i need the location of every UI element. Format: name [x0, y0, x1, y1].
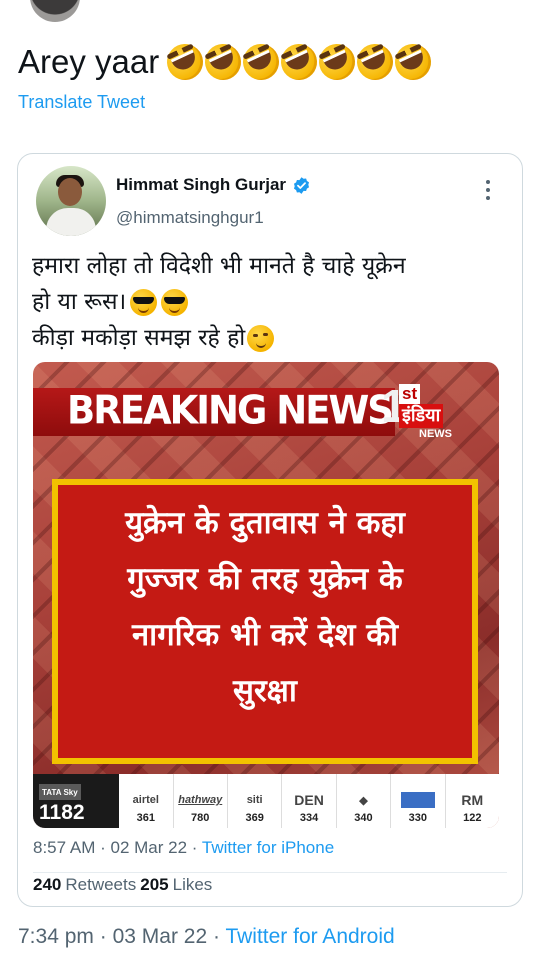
channel-rm: RM 122 — [446, 774, 499, 828]
channel-logo-name: इंडिया — [399, 404, 444, 428]
channel-hathway: hathway 780 — [174, 774, 228, 828]
previous-avatar[interactable] — [30, 0, 80, 24]
quoted-author-row: Himmat Singh Gurjar — [116, 175, 311, 195]
retweets-count[interactable]: 240 — [33, 875, 61, 895]
channel-number: 1182 — [39, 801, 85, 824]
meta-separator: · — [191, 838, 198, 857]
quoted-text-fragment: हो या रूस। — [32, 289, 127, 315]
retweets-label[interactable]: Retweets — [65, 875, 136, 895]
likes-count[interactable]: 205 — [140, 875, 168, 895]
quoted-text-fragment: कीड़ा मकोड़ा समझ रहे हो — [32, 325, 246, 351]
quoted-text-line: हमारा लोहा तो विदेशी भी मानते है चाहे यू… — [32, 253, 406, 279]
rofl-emoji-icon — [199, 38, 248, 86]
channel-logo: 1 st इंडिया NEWS — [373, 378, 473, 446]
channel-name: hathway — [178, 794, 223, 806]
tweet-date[interactable]: 03 Mar 22 — [113, 925, 208, 948]
channel-airtel: airtel 361 — [119, 774, 174, 828]
quoted-tweet-source[interactable]: Twitter for iPhone — [202, 838, 334, 857]
likes-label[interactable]: Likes — [173, 875, 213, 895]
channel-siti: siti 369 — [228, 774, 283, 828]
quoted-author-name[interactable]: Himmat Singh Gurjar — [116, 175, 286, 195]
meta-separator: · — [99, 925, 107, 948]
channel-tatasky: TATA Sky 1182 — [33, 774, 120, 828]
channel-5: ◆ 340 — [337, 774, 392, 828]
rofl-emoji-icon — [275, 38, 324, 86]
quoted-text-line: कीड़ा मकोड़ा समझ रहे हो — [32, 320, 512, 356]
channel-6: 330 — [391, 774, 446, 828]
tweet-source[interactable]: Twitter for Android — [225, 925, 394, 948]
sunglasses-emoji-icon — [161, 288, 189, 316]
channel-name: DEN — [294, 792, 324, 808]
channel-logo-icon: ◆ — [359, 794, 368, 807]
quoted-tweet-date[interactable]: 02 Mar 22 — [111, 838, 188, 857]
channel-name: RM — [461, 792, 484, 808]
channel-number: 369 — [245, 812, 264, 824]
rofl-emoji-icon — [351, 38, 400, 86]
quoted-tweet-card[interactable]: Himmat Singh Gurjar @himmatsinghgur1 हमा… — [17, 153, 523, 907]
channel-den: DEN 334 — [282, 774, 337, 828]
divider — [33, 872, 507, 873]
headline-line: नागरिक भी करें देश की — [131, 617, 399, 653]
rofl-emoji-icon — [161, 38, 210, 86]
quoted-author-handle[interactable]: @himmatsinghgur1 — [116, 208, 264, 228]
channel-logo-st: st — [399, 384, 421, 404]
headline-frame: युक्रेन के दुतावास ने कहा गुज्जर की तरह … — [52, 479, 478, 764]
quoted-tweet-time[interactable]: 8:57 AM — [33, 838, 95, 857]
channel-name: siti — [246, 794, 263, 806]
channel-number: 780 — [191, 812, 210, 824]
headline-line: युक्रेन के दुतावास ने कहा — [125, 505, 405, 541]
more-options-icon[interactable] — [486, 180, 492, 200]
headline-line: गुज्जर की तरह युक्रेन के — [127, 561, 403, 597]
meta-separator: · — [212, 925, 220, 948]
winking-emoji-icon — [247, 324, 275, 352]
rofl-emoji-row — [161, 38, 438, 86]
quoted-text-line: हो या रूस। — [32, 284, 512, 320]
channel-number: 122 — [463, 812, 482, 824]
translate-tweet-link[interactable]: Translate Tweet — [18, 92, 145, 113]
breaking-news-title: BREAKING NEWS — [67, 387, 394, 434]
sunglasses-emoji-icon — [130, 288, 158, 316]
tweet-time[interactable]: 7:34 pm — [18, 925, 94, 948]
rofl-emoji-icon — [389, 38, 438, 86]
channel-number: 340 — [354, 812, 373, 824]
channel-number: 361 — [136, 812, 155, 824]
quoted-tweet-stats: 240 Retweets 205 Likes — [33, 875, 212, 895]
tweet-meta: 7:34 pm · 03 Mar 22 · Twitter for Androi… — [18, 925, 395, 949]
channel-number: 330 — [408, 812, 428, 824]
news-headline: युक्रेन के दुतावास ने कहा गुज्जर की तरह … — [58, 495, 472, 719]
headline-line: सुरक्षा — [233, 673, 297, 709]
quoted-author-avatar[interactable] — [36, 166, 106, 236]
channel-logo-icon — [400, 792, 435, 808]
tweet-text-content: Arey yaar — [18, 43, 160, 80]
tweet-text: Arey yaar — [18, 38, 438, 86]
tweet-media-image[interactable]: BREAKING NEWS 1 st इंडिया NEWS युक्रेन क… — [33, 362, 499, 828]
quoted-tweet-meta: 8:57 AM · 02 Mar 22 · Twitter for iPhone — [33, 838, 334, 858]
meta-separator: · — [100, 838, 106, 857]
rofl-emoji-icon — [237, 38, 286, 86]
channel-number: 334 — [299, 812, 319, 824]
channel-name: airtel — [132, 794, 159, 806]
channel-number-bar: TATA Sky 1182 airtel 361 hathway 780 sit… — [33, 774, 499, 828]
channel-logo-news: NEWS — [419, 428, 452, 440]
quoted-tweet-text: हमारा लोहा तो विदेशी भी मानते है चाहे यू… — [32, 248, 512, 356]
verified-badge-icon — [294, 176, 310, 194]
rofl-emoji-icon — [313, 38, 362, 86]
channel-name: TATA Sky — [39, 784, 81, 800]
